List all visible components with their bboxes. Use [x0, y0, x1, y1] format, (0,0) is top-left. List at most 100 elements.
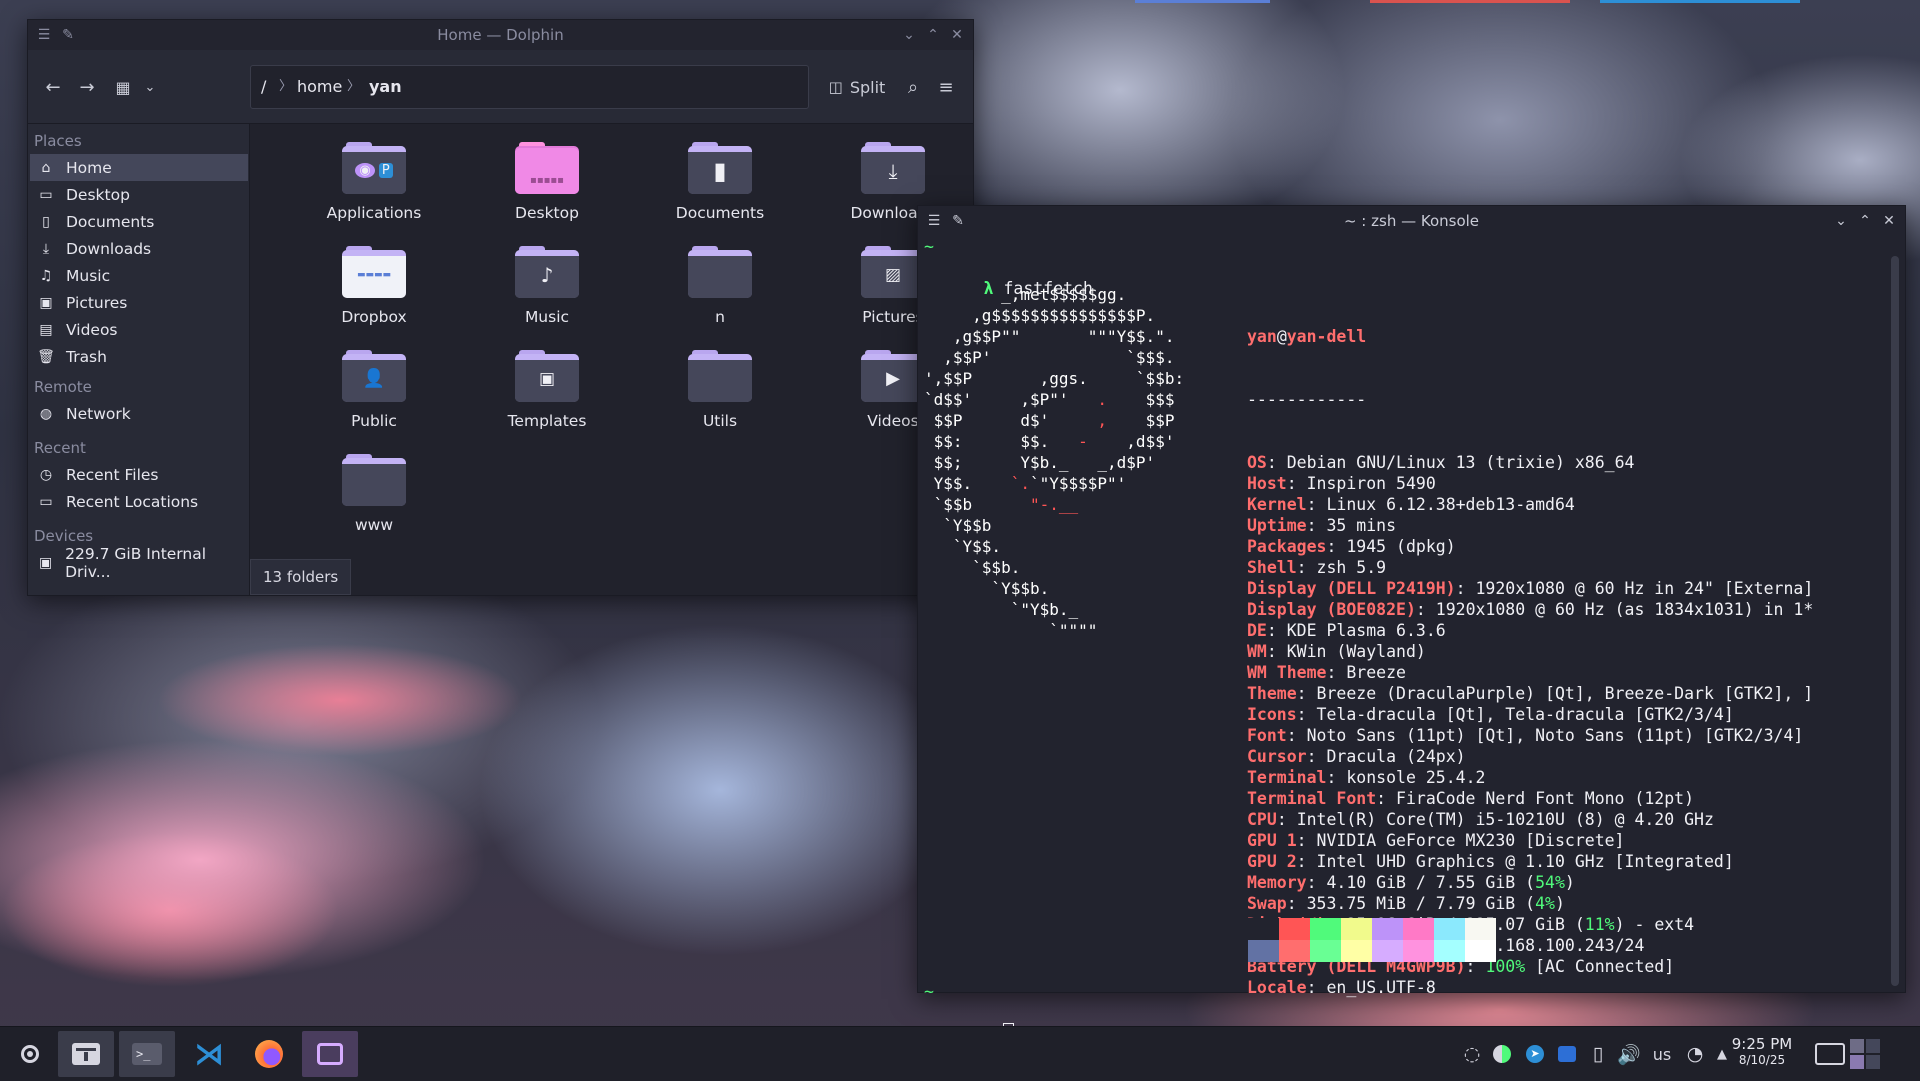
folder-www[interactable]: www: [309, 454, 439, 534]
network-icon: ◍: [39, 405, 53, 422]
maximize-icon[interactable]: ⌃: [1853, 206, 1877, 236]
sidebar-item-music[interactable]: ♫ Music: [30, 262, 248, 289]
sidebar-item-recent-locations[interactable]: ▭ Recent Locations: [30, 488, 248, 515]
taskbar-konsole-button[interactable]: >_: [119, 1031, 175, 1077]
info-value: KWin (Wayland): [1286, 642, 1426, 661]
color-swatch: [1341, 918, 1372, 962]
info-key: Icons: [1247, 705, 1297, 724]
taskbar: >_ ⋊ ◌ ➤ ▯ 🔊 us ◔ ▲ 9:25 PM 8/10/25: [0, 1026, 1920, 1081]
sidebar-item-home[interactable]: ⌂ Home: [30, 154, 248, 181]
color-swatch: [1465, 918, 1496, 962]
sidebar-item-label: Pictures: [66, 293, 128, 312]
split-button[interactable]: ◫ Split: [826, 73, 888, 101]
info-line: WM: KWin (Wayland): [1247, 642, 1426, 661]
folder-applications[interactable]: ◉ P Applications: [309, 142, 439, 222]
status-bar: 13 folders: [250, 559, 352, 595]
info-key: Locale: [1247, 978, 1307, 997]
color-swatch: [1403, 918, 1434, 962]
folder-desktop[interactable]: ▪▪▪▪▪ Desktop: [482, 142, 612, 222]
sidebar-item-videos[interactable]: ▤ Videos: [30, 316, 248, 343]
taskbar-dolphin-button[interactable]: [58, 1031, 114, 1077]
taskbar-firefox-button[interactable]: [241, 1031, 297, 1077]
info-line: Kernel: Linux 6.12.38+deb13-amd64: [1247, 495, 1575, 514]
file-view[interactable]: ◉ P Applications ▪▪▪▪▪ Desktop ▮ Documen…: [250, 124, 973, 595]
downloads-folder-icon: ⤓: [861, 142, 925, 194]
tray-clipboard[interactable]: ▯: [1586, 1027, 1610, 1081]
folder-documents[interactable]: ▮ Documents: [655, 142, 785, 222]
dolphin-icon: [72, 1043, 100, 1065]
sidebar-item-desktop[interactable]: ▭ Desktop: [30, 181, 248, 208]
terminal-scrollbar[interactable]: [1891, 256, 1899, 986]
breadcrumb[interactable]: / 〉 home 〉 yan: [250, 65, 809, 109]
info-value: 353.75 MiB / 7.79 GiB (: [1306, 894, 1536, 913]
tray-keyboard-layout[interactable]: us: [1648, 1027, 1676, 1081]
info-key: Display (DELL P2419H): [1247, 579, 1456, 598]
view-mode-button[interactable]: ▦: [108, 73, 138, 101]
folder-n[interactable]: n: [655, 246, 785, 326]
back-button[interactable]: ←: [38, 73, 68, 101]
hamburger-menu-button[interactable]: ≡: [931, 73, 961, 101]
info-tail: ): [1554, 894, 1565, 913]
sidebar-item-pictures[interactable]: ▣ Pictures: [30, 289, 248, 316]
taskbar-spectacle-button[interactable]: [302, 1031, 358, 1077]
info-value: zsh 5.9: [1316, 558, 1387, 577]
plasma-launcher-button[interactable]: [2, 1031, 58, 1077]
info-line: OS: Debian GNU/Linux 13 (trixie) x86_64: [1247, 453, 1635, 472]
info-key: Theme: [1247, 684, 1297, 703]
folder-label: Utils: [702, 412, 738, 430]
close-icon[interactable]: ✕: [945, 20, 969, 50]
pager[interactable]: [1848, 1027, 1882, 1081]
folder-utils[interactable]: Utils: [655, 350, 785, 430]
taskbar-vscode-button[interactable]: ⋊: [181, 1031, 237, 1077]
view-mode-dropdown-button[interactable]: ⌄: [138, 73, 162, 101]
folder-label: n: [715, 308, 725, 326]
sidebar-item-internal-drive[interactable]: ▣ 229.7 GiB Internal Driv...: [30, 545, 248, 581]
folder-dropbox[interactable]: ▬▬▬▬ Dropbox: [309, 246, 439, 326]
apps-folder-icon: ◉ P: [342, 142, 406, 194]
color-swatch: [1248, 918, 1279, 962]
sidebar-item-trash[interactable]: 🗑 Trash: [30, 343, 248, 370]
info-percent: 11%: [1584, 915, 1615, 934]
hamburger-icon: ≡: [938, 76, 954, 98]
sidebar-item-label: Home: [66, 158, 112, 177]
tray-night-color[interactable]: [1490, 1027, 1514, 1081]
breadcrumb-home[interactable]: home: [297, 66, 342, 108]
music-icon: ♫: [39, 267, 53, 284]
info-tail: ): [1564, 873, 1575, 892]
folder-templates[interactable]: ▣ Templates: [482, 350, 612, 430]
forward-button[interactable]: →: [72, 73, 102, 101]
desktop-folder-icon: ▪▪▪▪▪: [515, 142, 579, 194]
info-line: DE: KDE Plasma 6.3.6: [1247, 621, 1446, 640]
sidebar-item-recent-files[interactable]: ◷ Recent Files: [30, 461, 248, 488]
info-percent: 4%: [1535, 894, 1555, 913]
search-button[interactable]: ⌕: [898, 73, 928, 101]
sidebar-item-documents[interactable]: ▯ Documents: [30, 208, 248, 235]
dolphin-titlebar[interactable]: ☰ ✎ Home — Dolphin ⌄ ⌃ ✕: [28, 20, 973, 50]
info-value: NVIDIA GeForce MX230 [Discrete]: [1316, 831, 1625, 850]
maximize-icon[interactable]: ⌃: [921, 20, 945, 50]
close-icon[interactable]: ✕: [1877, 206, 1901, 236]
minimize-icon[interactable]: ⌄: [1829, 206, 1853, 236]
sidebar-item-downloads[interactable]: ⤓ Downloads: [30, 235, 248, 262]
tray-wifi[interactable]: ◔: [1682, 1027, 1708, 1081]
konsole-titlebar[interactable]: ☰ ✎ ~ : zsh — Konsole ⌄ ⌃ ✕: [918, 206, 1905, 236]
minimize-icon[interactable]: ⌄: [897, 20, 921, 50]
info-line: WM Theme: Breeze: [1247, 663, 1406, 682]
info-value: 4.10 GiB / 7.55 GiB (: [1326, 873, 1536, 892]
folder-public[interactable]: 👤 Public: [309, 350, 439, 430]
tray-updates[interactable]: ◌: [1460, 1027, 1484, 1081]
breadcrumb-root[interactable]: /: [261, 66, 266, 108]
tray-volume[interactable]: 🔊: [1616, 1027, 1642, 1081]
folder-music[interactable]: ♪ Music: [482, 246, 612, 326]
info-line: Memory: 4.10 GiB / 7.55 GiB (54%): [1247, 873, 1575, 892]
tray-telegram[interactable]: ➤: [1523, 1027, 1547, 1081]
show-desktop-button[interactable]: [1810, 1027, 1850, 1081]
clock[interactable]: 9:25 PM 8/10/25: [1722, 1035, 1802, 1067]
breadcrumb-yan[interactable]: yan: [369, 66, 402, 108]
terminal-area[interactable]: ~ λ fastfetch _,met$$$$$gg. ,g$$$$$$$$$$…: [924, 236, 1881, 1043]
tray-app[interactable]: [1555, 1027, 1579, 1081]
sidebar-item-network[interactable]: ◍ Network: [30, 400, 248, 427]
dolphin-window: ☰ ✎ Home — Dolphin ⌄ ⌃ ✕ ← → ▦ ⌄ / 〉 hom…: [27, 19, 974, 596]
info-key: Uptime: [1247, 516, 1307, 535]
info-key: GPU 2: [1247, 852, 1297, 871]
